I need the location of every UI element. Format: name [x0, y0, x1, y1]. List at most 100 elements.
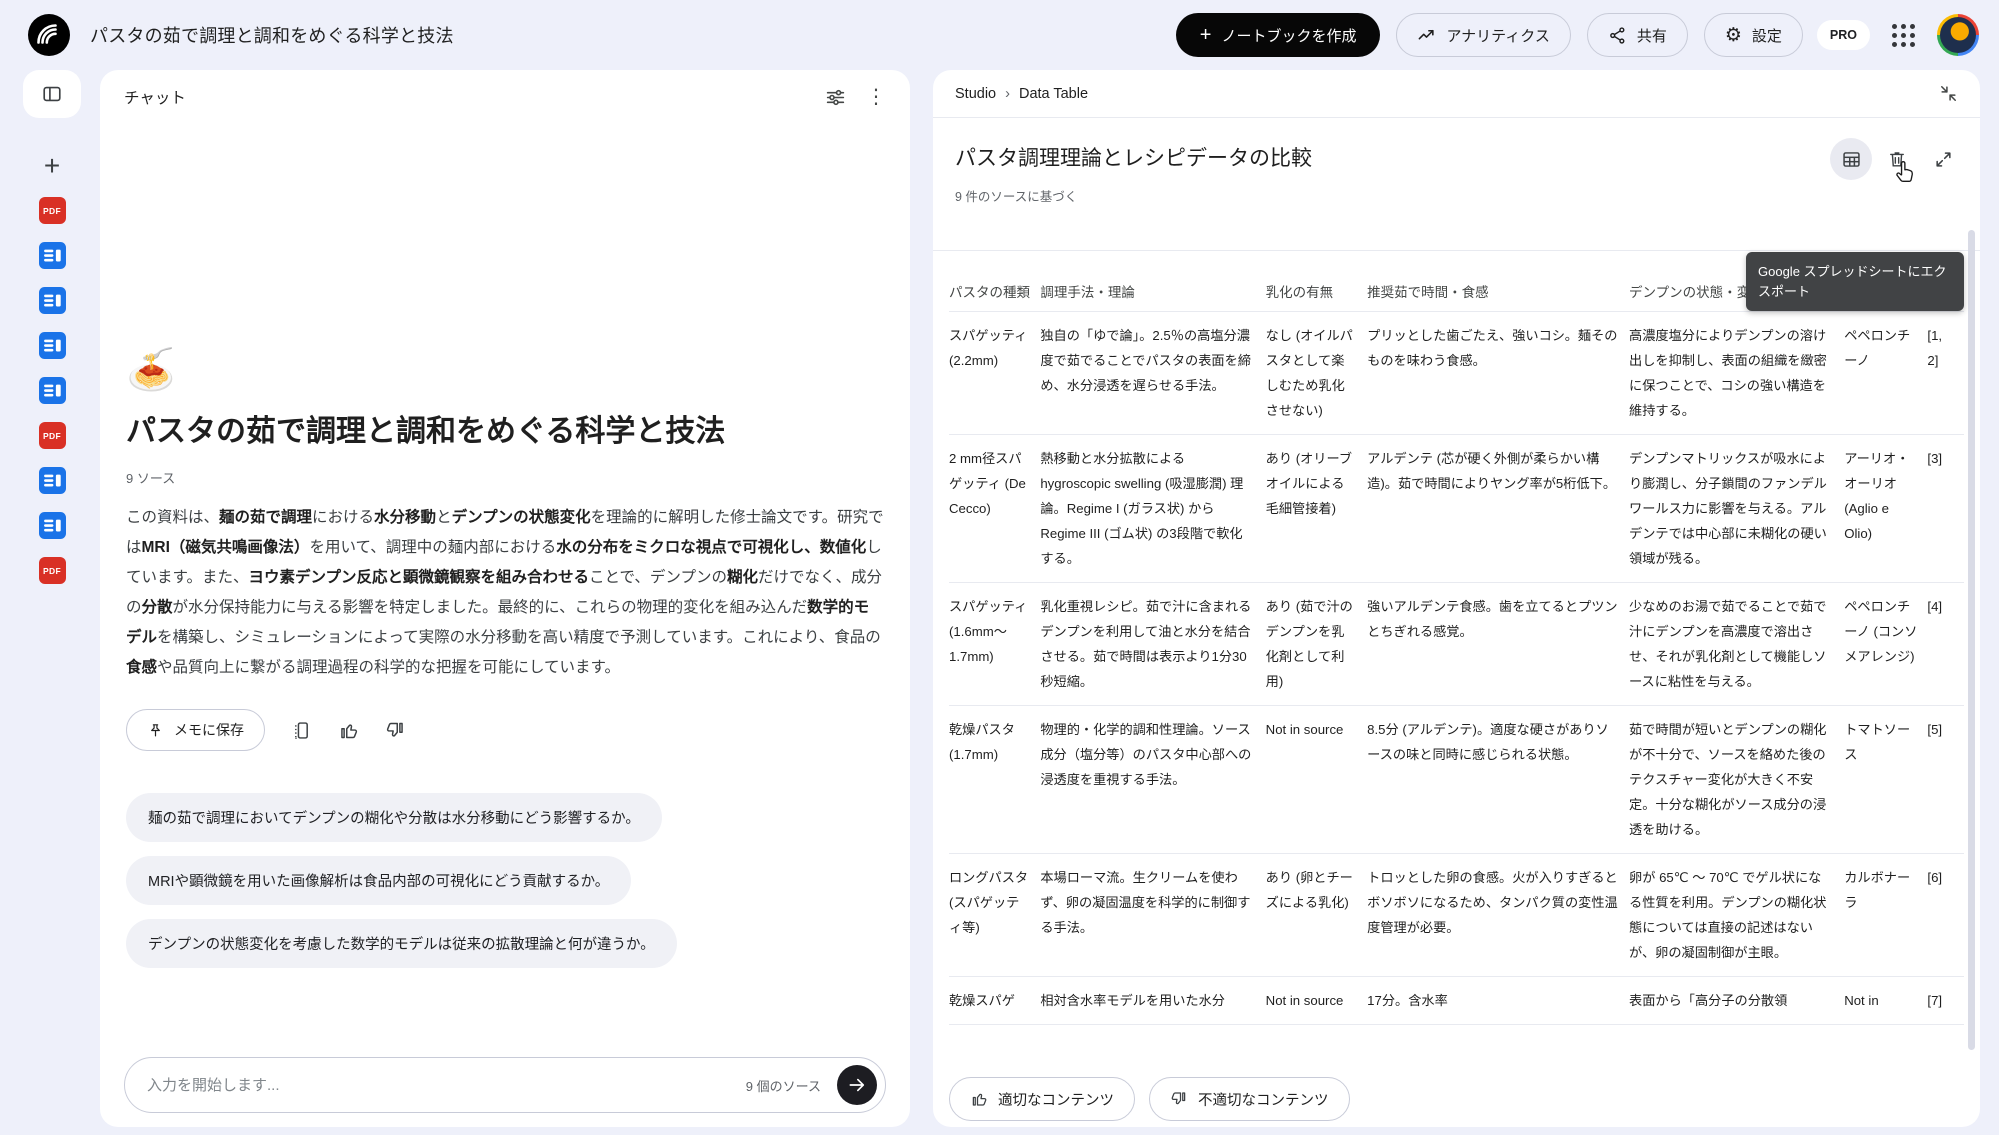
table-cell: スパゲッティ (2.2mm)	[949, 312, 1040, 435]
summary-bold-text: MRI（磁気共鳴画像法）	[142, 539, 310, 556]
summary-actions: メモに保存	[126, 709, 884, 751]
table-cell: 卵が 65℃ ～ 70℃ でゲル状になる性質を利用。デンプンの糊化状態については…	[1629, 854, 1844, 977]
pdf-source-icon[interactable]: PDF	[39, 422, 66, 449]
share-button[interactable]: 共有	[1587, 13, 1688, 57]
doc-source-icon[interactable]	[39, 377, 66, 404]
save-to-note-label: メモに保存	[174, 720, 244, 740]
notebooklm-logo[interactable]	[28, 14, 70, 56]
table-cell: 茹で時間が短いとデンプンの糊化が不十分で、ソースを絡めた後のテクスチャー変化が大…	[1629, 706, 1844, 854]
create-notebook-button[interactable]: + ノートブックを作成	[1176, 13, 1381, 57]
table-cell: [1, 2]	[1927, 312, 1964, 435]
chat-input[interactable]	[147, 1077, 736, 1094]
pdf-badge: PDF	[39, 422, 66, 449]
suggested-questions: 麺の茹で調理においてデンプンの糊化や分散は水分移動にどう影響するか。 MRIや顕微…	[126, 793, 884, 968]
create-notebook-label: ノートブックを作成	[1221, 25, 1356, 46]
good-content-button[interactable]: 適切なコンテンツ	[949, 1077, 1135, 1121]
doc-source-icon[interactable]	[39, 467, 66, 494]
summary-bold-text: ヨウ素デンプン反応と顕微鏡観察を組み合わせる	[248, 569, 589, 586]
doc-source-icon[interactable]	[39, 242, 66, 269]
column-header: パスタの種類	[949, 251, 1040, 312]
feedback-row: 適切なコンテンツ 不適切なコンテンツ	[933, 1071, 1980, 1127]
table-row: 2 mm径スパゲッティ (De Cecco)熱移動と水分拡散による hygros…	[949, 435, 1964, 583]
copy-icon[interactable]	[291, 720, 312, 741]
table-row: スパゲッティ (1.6mm～1.7mm)乳化重視レシピ。茹で汁に含まれるデンプン…	[949, 583, 1964, 706]
summary-text: を用いて、調理中の麺内部における	[309, 539, 556, 556]
analytics-button[interactable]: アナリティクス	[1396, 13, 1570, 57]
table-cell: Not in source	[1266, 706, 1368, 854]
table-cell: ペペロンチーノ (コンソメアレンジ)	[1844, 583, 1927, 706]
breadcrumb-studio[interactable]: Studio	[955, 86, 996, 102]
table-cell: 少なめのお湯で茹でることで茹で汁にデンプンを高濃度で溶出させ、それが乳化剤として…	[1629, 583, 1844, 706]
pdf-source-icon[interactable]: PDF	[39, 557, 66, 584]
data-table-container: パスタの種類調理手法・理論乳化の有無推奨茹で時間・食感デンプンの状態・変化 (推…	[933, 250, 1980, 1071]
collapse-panel-icon[interactable]	[1939, 84, 1958, 103]
add-source-button[interactable]: +	[32, 146, 72, 186]
table-cell: 本場ローマ流。生クリームを使わず、卵の凝固温度を科学的に制御する手法。	[1040, 854, 1265, 977]
suggested-question-chip[interactable]: MRIや顕微鏡を用いた画像解析は食品内部の可視化にどう貢献するか。	[126, 856, 631, 905]
table-cell: 8.5分 (アルデンテ)。適度な硬さがありソースの味と同時に感じられる状態。	[1367, 706, 1629, 854]
chat-panel-title: チャット	[124, 86, 186, 108]
thumbs-down-icon[interactable]	[385, 720, 406, 741]
scrollbar-thumb[interactable]	[1968, 230, 1975, 1050]
table-cell: スパゲッティ (1.6mm～1.7mm)	[949, 583, 1040, 706]
top-bar: パスタの茹で調理と調和をめぐる科学と技法 + ノートブックを作成 アナリティクス…	[0, 0, 1999, 70]
save-to-note-button[interactable]: メモに保存	[126, 709, 265, 751]
expand-button[interactable]	[1922, 138, 1964, 180]
thumbs-up-icon	[970, 1090, 988, 1108]
pin-icon	[147, 722, 164, 739]
table-cell: あり (オリーブオイルによる毛細管接着)	[1266, 435, 1368, 583]
gear-icon: ⚙	[1725, 26, 1742, 45]
table-row: 乾燥スパゲ相対含水率モデルを用いた水分Not in source17分。含水率表…	[949, 977, 1964, 1025]
table-row: スパゲッティ (2.2mm)独自の「ゆで論」。2.5％の高塩分濃度で茹でることで…	[949, 312, 1964, 435]
table-cell: あり (茹で汁のデンプンを乳化剤として利用)	[1266, 583, 1368, 706]
pdf-badge: PDF	[39, 197, 66, 224]
summary-text: と	[436, 509, 452, 526]
chat-notebook-title: パスタの茹で調理と調和をめぐる科学と技法	[126, 406, 884, 450]
account-avatar[interactable]	[1937, 14, 1979, 56]
column-header: 乳化の有無	[1266, 251, 1368, 312]
studio-breadcrumb: Studio › Data Table	[933, 70, 1980, 118]
bad-content-label: 不適切なコンテンツ	[1198, 1089, 1329, 1110]
summary-bold-text: 糊化	[727, 569, 758, 586]
arrow-right-icon	[847, 1075, 867, 1095]
doc-source-icon[interactable]	[39, 287, 66, 314]
table-cell: Not in	[1844, 977, 1927, 1025]
chevron-right-icon: ›	[1005, 86, 1010, 102]
bad-content-button[interactable]: 不適切なコンテンツ	[1149, 1077, 1350, 1121]
suggested-question-chip[interactable]: 麺の茹で調理においてデンプンの糊化や分散は水分移動にどう影響するか。	[126, 793, 662, 842]
chat-panel-header: チャット ⋮	[100, 70, 910, 124]
table-cell: 高濃度塩分によりデンプンの溶け出しを抑制し、表面の組織を緻密に保つことで、コシの…	[1629, 312, 1844, 435]
doc-source-icon[interactable]	[39, 332, 66, 359]
chat-body: 🍝 パスタの茹で調理と調和をめぐる科学と技法 9 ソース この資料は、麺の茹で調…	[100, 124, 910, 1043]
toggle-sources-panel-button[interactable]	[23, 70, 81, 118]
summary-text: を構築し、シミュレーションによって実際の水分移動を高い精度で予測しています。これ…	[157, 629, 881, 646]
summary-text: が水分保持能力に与える影響を特定しました。最終的に、これらの物理的変化を組み込ん…	[173, 599, 808, 616]
notebook-title: パスタの茹で調理と調和をめぐる科学と技法	[90, 22, 454, 48]
doc-source-icon[interactable]	[39, 512, 66, 539]
summary-bold-text: 水分移動	[374, 509, 436, 526]
pdf-badge: PDF	[39, 557, 66, 584]
table-cell: 2 mm径スパゲッティ (De Cecco)	[949, 435, 1040, 583]
sources-rail: + PDF PDF PDF	[14, 70, 90, 1127]
export-to-sheets-button[interactable]	[1830, 138, 1872, 180]
plus-icon: +	[44, 150, 60, 182]
data-table-title: パスタ調理理論とレシピデータの比較	[955, 142, 1958, 172]
summary-bold-text: 麺の茹で調理	[219, 509, 312, 526]
panel-toggle-icon	[41, 83, 63, 105]
notebooklm-app: パスタの茹で調理と調和をめぐる科学と技法 + ノートブックを作成 アナリティクス…	[0, 0, 1999, 1135]
table-cell: アーリオ・オーリオ (Aglio e Olio)	[1844, 435, 1927, 583]
table-cell: [6]	[1927, 854, 1964, 977]
pdf-source-icon[interactable]: PDF	[39, 197, 66, 224]
apps-grid-icon[interactable]	[1892, 24, 1915, 47]
table-cell: [7]	[1927, 977, 1964, 1025]
settings-button[interactable]: ⚙ 設定	[1704, 13, 1803, 57]
send-button[interactable]	[837, 1065, 877, 1105]
table-cell: トロッとした卵の食感。火が入りすぎるとボソボソになるため、タンパク質の変性温度管…	[1367, 854, 1629, 977]
notebook-emoji: 🍝	[126, 350, 884, 390]
tune-icon[interactable]	[825, 87, 846, 108]
table-cell: [3]	[1927, 435, 1964, 583]
more-options-icon[interactable]: ⋮	[866, 87, 886, 107]
suggested-question-chip[interactable]: デンプンの状態変化を考慮した数学的モデルは従来の拡散理論と何が違うか。	[126, 919, 677, 968]
table-cell: なし (オイルパスタとして楽しむため乳化させない)	[1266, 312, 1368, 435]
thumbs-up-icon[interactable]	[338, 720, 359, 741]
